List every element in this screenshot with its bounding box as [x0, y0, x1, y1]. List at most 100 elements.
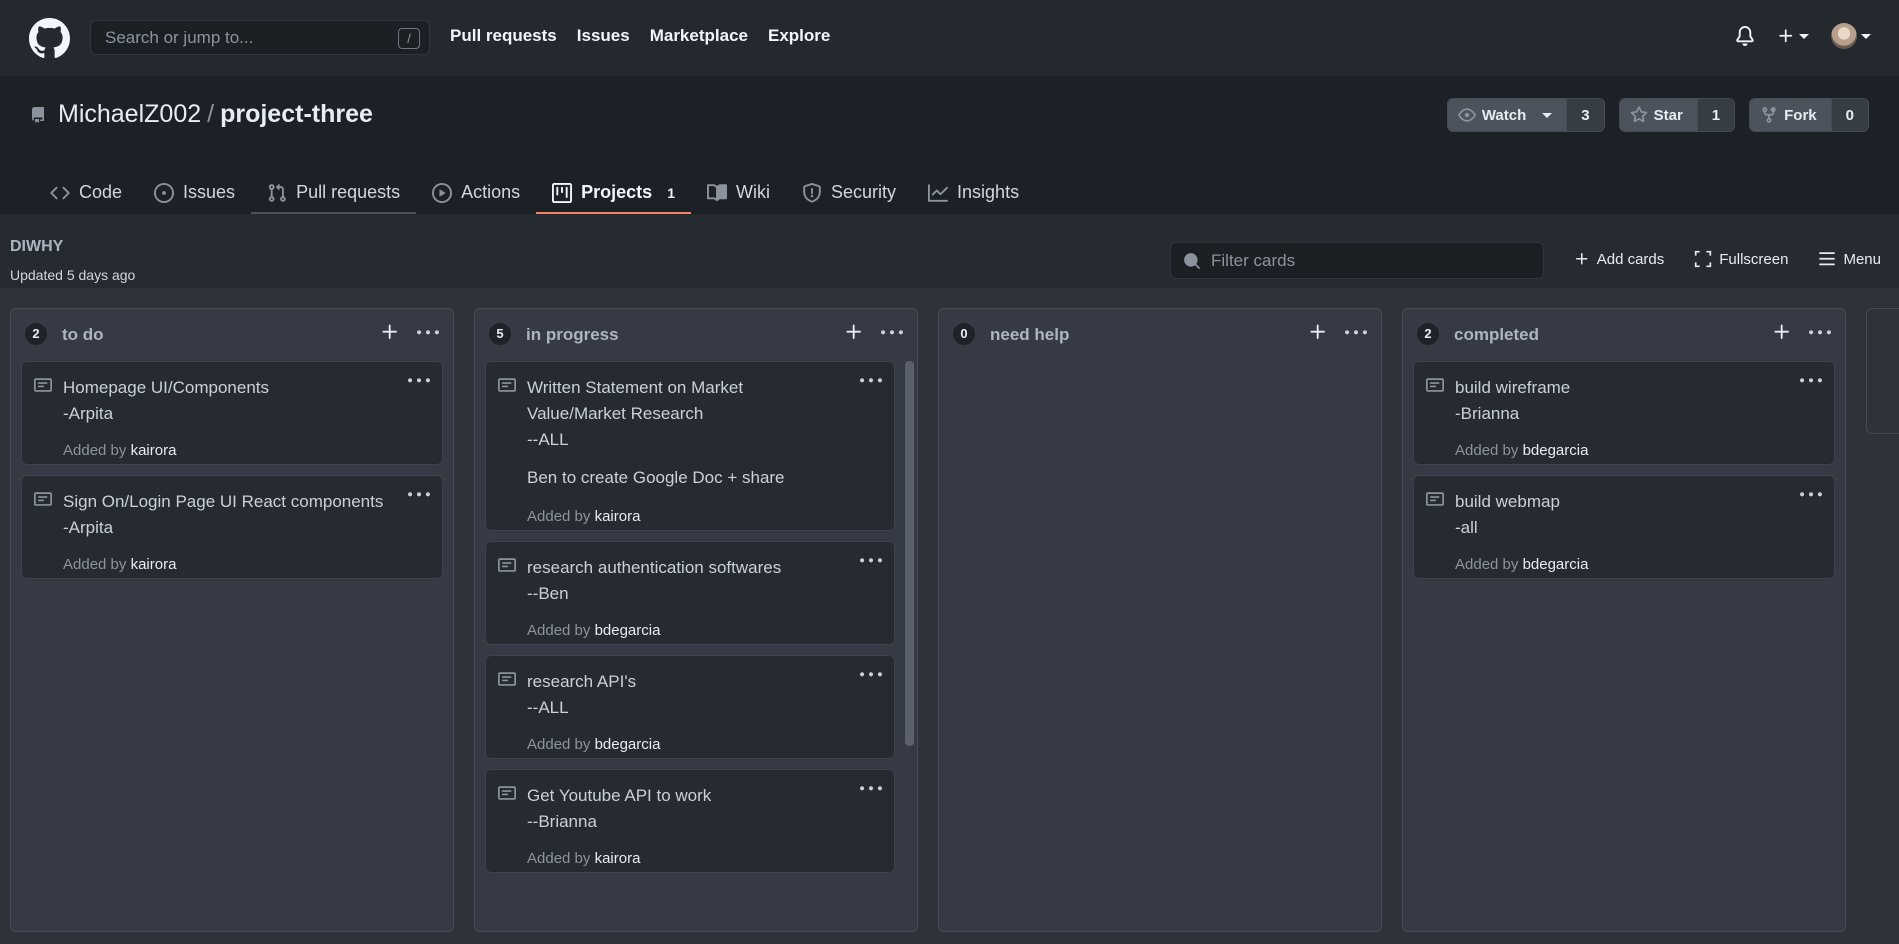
fullscreen-button[interactable]: Fullscreen — [1694, 250, 1788, 268]
menu-label: Menu — [1843, 250, 1881, 268]
filter-cards-input[interactable]: Filter cards — [1170, 242, 1544, 279]
tab-insights[interactable]: Insights — [912, 171, 1035, 214]
column-header: 2 completed — [1403, 309, 1845, 359]
tab-actions[interactable]: Actions — [416, 171, 536, 214]
shield-icon — [803, 182, 821, 203]
tab-wiki[interactable]: Wiki — [691, 171, 786, 214]
chevron-down-icon — [1542, 112, 1553, 118]
card-added-by: Added by kairora — [527, 508, 640, 525]
card-author-link[interactable]: bdegarcia — [595, 736, 661, 753]
eye-icon — [1457, 108, 1476, 122]
project-header: DIWHY Updated 5 days ago Filter cards Ad… — [0, 214, 1899, 288]
card-more-icon[interactable] — [1800, 370, 1822, 397]
search-input[interactable]: Search or jump to... / — [90, 20, 430, 55]
added-by-prefix: Added by — [63, 442, 127, 459]
card-more-icon[interactable] — [860, 778, 882, 805]
tab-projects[interactable]: Projects 1 — [536, 171, 691, 214]
watch-count[interactable]: 3 — [1566, 99, 1604, 131]
card-text: build wireframe -Brianna — [1455, 378, 1571, 423]
card-extra-text: Ben to create Google Doc + share — [527, 468, 785, 487]
add-card-plus-icon[interactable] — [1308, 322, 1328, 347]
fullscreen-icon — [1695, 250, 1712, 268]
bell-icon[interactable] — [1735, 25, 1755, 47]
add-cards-button[interactable]: Add cards — [1574, 250, 1665, 268]
watch-button-group: Watch 3 — [1446, 98, 1605, 132]
repo-name-link[interactable]: project-three — [220, 100, 373, 129]
nav-marketplace[interactable]: Marketplace — [650, 26, 748, 46]
slash-shortcut-badge: / — [398, 28, 420, 49]
column-more-icon[interactable] — [1809, 322, 1831, 349]
fork-button[interactable]: Fork — [1750, 99, 1831, 131]
added-by-prefix: Added by — [527, 850, 591, 867]
note-card[interactable]: research authentication softwares --Ben A… — [485, 541, 895, 645]
tab-code-label: Code — [79, 182, 123, 202]
card-text: Get Youtube API to work --Brianna — [527, 786, 712, 831]
global-header: Search or jump to... / Pull requests Iss… — [0, 0, 1899, 76]
added-by-prefix: Added by — [527, 622, 591, 639]
card-added-by: Added by bdegarcia — [527, 622, 660, 639]
nav-pull-requests[interactable]: Pull requests — [450, 26, 557, 46]
card-author-link[interactable]: bdegarcia — [1523, 442, 1589, 459]
card-author-link[interactable]: kairora — [595, 508, 641, 525]
repo-owner-link[interactable]: MichaelZ002 — [58, 100, 201, 129]
note-card[interactable]: build wireframe -Brianna Added by bdegarc… — [1413, 361, 1835, 465]
search-icon — [1184, 252, 1200, 269]
watch-button[interactable]: Watch — [1447, 99, 1567, 131]
column-card-count: 2 — [25, 323, 47, 345]
note-card[interactable]: build webmap -all Added by bdegarcia — [1413, 475, 1835, 579]
repo-actions: Watch 3 Star 1 Fork 0 — [1446, 98, 1869, 132]
note-icon — [498, 784, 516, 807]
fork-count[interactable]: 0 — [1830, 99, 1868, 131]
card-author-link[interactable]: kairora — [131, 442, 177, 459]
search-placeholder: Search or jump to... — [105, 27, 254, 47]
card-more-icon[interactable] — [1800, 484, 1822, 511]
tab-pull-requests[interactable]: Pull requests — [251, 171, 417, 214]
card-text: Homepage UI/Components -Arpita — [63, 378, 270, 423]
tab-issues[interactable]: Issues — [138, 171, 251, 214]
fork-icon — [1762, 107, 1776, 123]
card-text: Sign On/Login Page UI React components -… — [63, 492, 384, 537]
card-added-by: Added by bdegarcia — [527, 736, 660, 753]
note-card[interactable]: Get Youtube API to work --Brianna Added b… — [485, 769, 895, 873]
card-more-icon[interactable] — [860, 370, 882, 397]
tab-code[interactable]: Code — [34, 171, 138, 214]
create-new-dropdown[interactable] — [1777, 27, 1809, 45]
column-more-icon[interactable] — [417, 322, 439, 349]
menu-button[interactable]: Menu — [1818, 250, 1881, 268]
project-name[interactable]: DIWHY — [10, 238, 63, 256]
note-card[interactable]: Written Statement on Market Value/Market… — [485, 361, 895, 531]
card-more-icon[interactable] — [408, 484, 430, 511]
card-added-by: Added by kairora — [63, 442, 176, 459]
github-logo-icon[interactable] — [29, 18, 70, 59]
card-author-link[interactable]: kairora — [131, 556, 177, 573]
note-icon — [1426, 376, 1444, 399]
note-card[interactable]: research API's --ALL Added by bdegarcia — [485, 655, 895, 759]
add-card-plus-icon[interactable] — [380, 322, 400, 347]
column-scrollbar[interactable] — [905, 361, 914, 746]
code-icon — [50, 186, 70, 199]
star-button[interactable]: Star — [1619, 99, 1697, 131]
fullscreen-label: Fullscreen — [1719, 250, 1789, 268]
card-more-icon[interactable] — [408, 370, 430, 397]
note-card[interactable]: Homepage UI/Components -Arpita Added by k… — [21, 361, 443, 465]
nav-issues[interactable]: Issues — [577, 26, 630, 46]
added-by-prefix: Added by — [1455, 442, 1519, 459]
card-author-link[interactable]: bdegarcia — [1523, 556, 1589, 573]
tab-security[interactable]: Security — [786, 171, 912, 214]
add-card-plus-icon[interactable] — [1772, 322, 1792, 347]
column-more-icon[interactable] — [881, 322, 903, 349]
add-card-plus-icon[interactable] — [844, 322, 864, 347]
card-author-link[interactable]: bdegarcia — [595, 622, 661, 639]
nav-explore[interactable]: Explore — [768, 26, 830, 46]
note-card[interactable]: Sign On/Login Page UI React components -… — [21, 475, 443, 579]
column-header: 0 need help — [939, 309, 1381, 359]
user-menu[interactable] — [1831, 23, 1871, 49]
star-button-group: Star 1 — [1618, 98, 1736, 132]
column-more-icon[interactable] — [1345, 322, 1367, 349]
column-card-count: 5 — [489, 323, 511, 345]
star-count[interactable]: 1 — [1696, 99, 1735, 131]
add-cards-label: Add cards — [1596, 250, 1665, 268]
card-more-icon[interactable] — [860, 664, 882, 691]
card-more-icon[interactable] — [860, 550, 882, 577]
card-author-link[interactable]: kairora — [595, 850, 641, 867]
